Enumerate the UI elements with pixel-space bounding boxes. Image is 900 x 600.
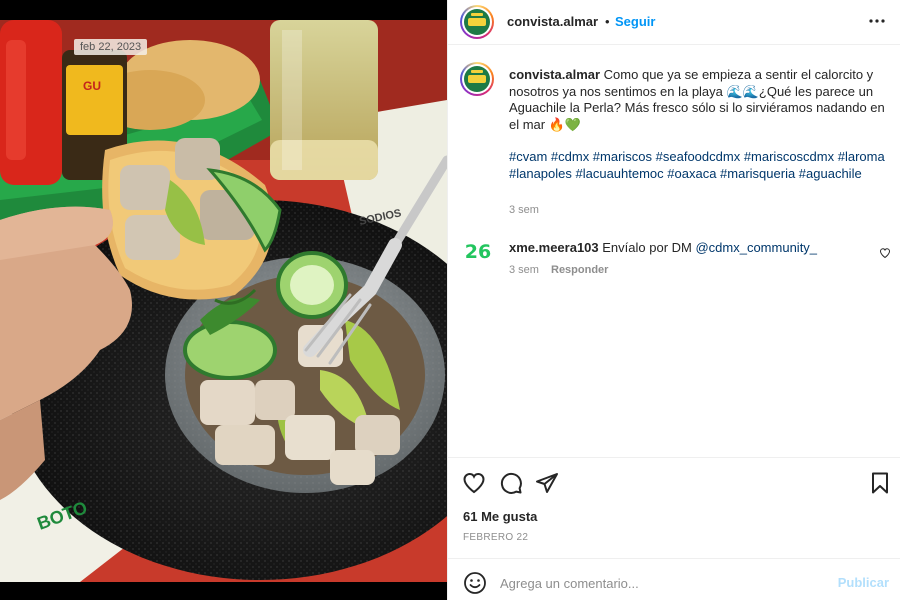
comment-heart-icon[interactable]	[879, 247, 891, 259]
avatar-logo-icon	[464, 9, 490, 35]
post-actions: 61 Me gusta FEBRERO 22	[448, 457, 900, 557]
post-photo[interactable]: GU BOTO SODIOS feb 22, 2023	[0, 0, 447, 600]
comment-input[interactable]	[500, 571, 820, 595]
sauce-label: GU	[83, 79, 101, 93]
caption-username[interactable]: convista.almar	[509, 67, 600, 82]
wave-emoji: 🌊🌊	[726, 83, 759, 99]
comment-text: xme.meera103 Envíalo por DM @cdmx_commun…	[509, 240, 869, 256]
header-dot-separator: •	[605, 14, 610, 29]
share-icon[interactable]	[535, 471, 559, 495]
emoji-smiley-icon[interactable]	[463, 571, 487, 595]
avatar-logo-icon	[464, 66, 490, 92]
header-username[interactable]: convista.almar	[507, 14, 598, 29]
comment-icon[interactable]	[499, 471, 523, 495]
likes-count[interactable]: 61 Me gusta	[463, 509, 537, 524]
commenter-avatar[interactable]: 26	[462, 236, 494, 268]
photo-date-tag: feb 22, 2023	[74, 39, 148, 55]
heart-icon[interactable]	[462, 471, 486, 495]
follow-button[interactable]: Seguir	[615, 14, 655, 29]
reply-button[interactable]: Responder	[551, 264, 608, 276]
bookmark-icon[interactable]	[868, 471, 892, 495]
publish-button[interactable]: Publicar	[838, 575, 889, 590]
comments-list[interactable]: convista.almar Como que ya se empieza a …	[448, 46, 900, 456]
caption-hashtags[interactable]: #cvam #cdmx #mariscos #seafoodcdmx #mari…	[509, 149, 889, 182]
comment-time: 3 sem	[509, 264, 539, 276]
more-horizontal-icon[interactable]	[867, 11, 887, 31]
post-date[interactable]: FEBRERO 22	[463, 532, 528, 543]
fire-heart-emoji: 🔥💚	[548, 116, 582, 132]
profile-avatar[interactable]	[460, 5, 494, 39]
commenter-username[interactable]: xme.meera103	[509, 240, 599, 255]
comment-body: Envíalo por DM	[602, 240, 696, 255]
add-comment-bar: Publicar	[448, 558, 900, 600]
post-panel: convista.almar • Seguir convista.almar C…	[447, 0, 900, 600]
caption-avatar[interactable]	[460, 62, 494, 96]
comment-mention[interactable]: @cdmx_community_	[695, 240, 817, 255]
caption-time: 3 sem	[509, 204, 539, 216]
post-header: convista.almar • Seguir	[448, 0, 900, 45]
caption-text: convista.almar Como que ya se empieza a …	[509, 67, 889, 133]
aguachile-photo: GU BOTO SODIOS	[0, 20, 447, 582]
